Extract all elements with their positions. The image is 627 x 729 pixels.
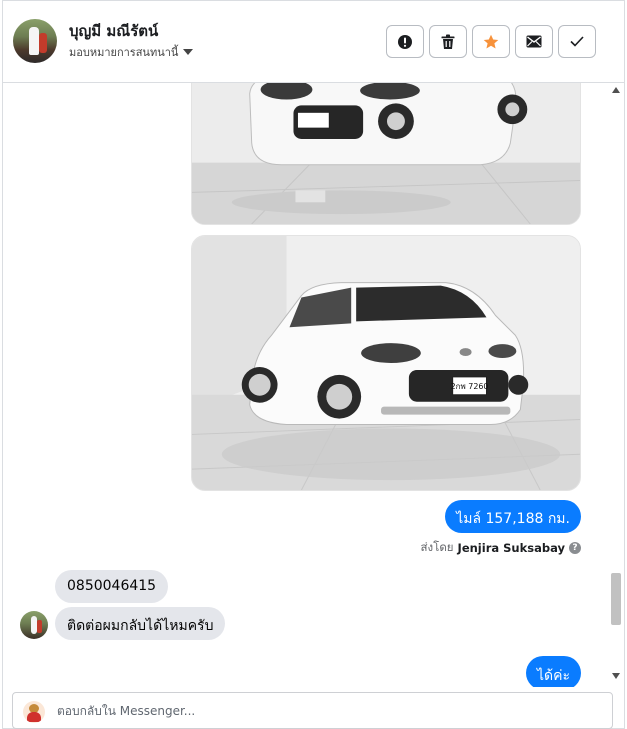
scroll-thumb[interactable] xyxy=(611,573,621,625)
outgoing-message[interactable]: ไมล์ 157,188 กม. xyxy=(445,500,581,533)
incoming-message[interactable]: 0850046415 xyxy=(55,570,169,603)
page-avatar xyxy=(23,701,45,723)
sent-by-name: Jenjira Suksabay xyxy=(457,541,565,555)
scroll-down-icon[interactable] xyxy=(612,673,620,679)
incoming-message[interactable]: ติดต่อผมกลับได้ไหมครับ xyxy=(55,607,226,640)
mark-spam-button[interactable] xyxy=(386,25,424,58)
check-icon xyxy=(570,36,584,47)
assign-label: มอบหมายการสนทนานี้ xyxy=(69,46,179,59)
delete-button[interactable] xyxy=(429,25,467,58)
star-icon xyxy=(483,34,499,48)
conversation-header: บุญมี มณีรัตน์ มอบหมายการสนทนานี้ xyxy=(3,1,624,83)
license-plate-text: 2กพ 7260 xyxy=(451,382,489,391)
sent-by-prefix: ส่งโดย xyxy=(420,540,454,554)
car-photo xyxy=(192,83,580,224)
mail-icon xyxy=(526,35,542,48)
car-photo-attachment[interactable]: 2กพ 7260 xyxy=(191,235,581,491)
message-thread: 2กพ 7260 ไมล์ 157,188 กม. ส่งโดย Jenjira… xyxy=(3,83,608,687)
caret-down-icon xyxy=(183,49,194,55)
star-button[interactable] xyxy=(472,25,510,58)
car-photo-attachment[interactable] xyxy=(191,83,581,225)
assign-conversation-dropdown[interactable]: มอบหมายการสนทนานี้ xyxy=(69,43,194,61)
alert-icon xyxy=(398,34,412,49)
contact-avatar[interactable] xyxy=(13,19,57,63)
sent-by-info: ส่งโดย Jenjira Suksabay ? xyxy=(421,539,581,557)
mark-done-button[interactable] xyxy=(558,25,596,58)
reply-composer xyxy=(12,692,613,729)
mark-unread-button[interactable] xyxy=(515,25,553,58)
trash-icon xyxy=(441,34,455,49)
contact-avatar-small xyxy=(20,611,48,639)
messenger-conversation-panel: บุญมี มณีรัตน์ มอบหมายการสนทนานี้ 2กพ 72… xyxy=(2,0,625,729)
scroll-up-icon[interactable] xyxy=(612,87,620,93)
contact-name[interactable]: บุญมี มณีรัตน์ xyxy=(69,19,158,43)
reply-input[interactable] xyxy=(57,702,597,720)
thread-scrollbar[interactable] xyxy=(608,83,624,687)
info-icon[interactable]: ? xyxy=(569,542,581,554)
car-photo: 2กพ 7260 xyxy=(192,236,580,490)
outgoing-message[interactable]: ได้ค่ะ xyxy=(525,656,581,687)
